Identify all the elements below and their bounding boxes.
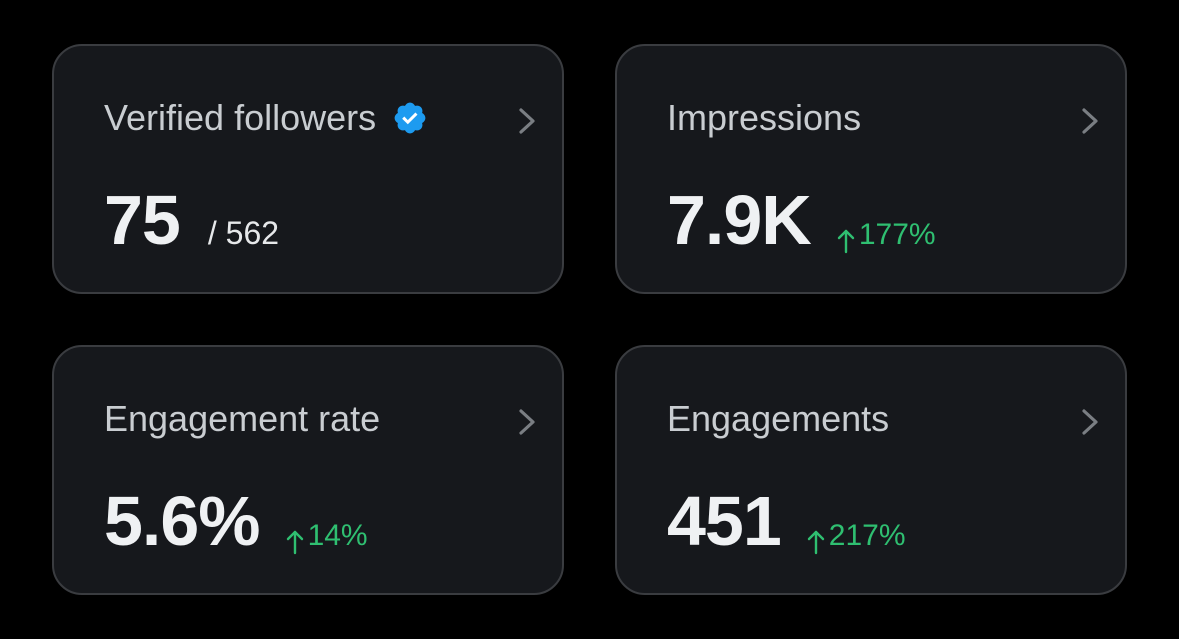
metric-value: 451	[667, 482, 782, 560]
engagements-card[interactable]: Engagements 451 217%	[615, 345, 1127, 595]
arrow-up-icon	[286, 530, 303, 555]
delta-value: 177%	[858, 218, 936, 251]
chevron-right-icon	[1082, 108, 1098, 134]
card-title: Engagement rate	[104, 397, 380, 441]
chevron-right-icon	[1082, 409, 1098, 435]
engagement-rate-card[interactable]: Engagement rate 5.6% 14%	[52, 345, 564, 595]
delta-badge: 217%	[807, 519, 906, 555]
card-title-label: Verified followers	[104, 97, 377, 138]
delta-value: 14%	[307, 519, 368, 552]
card-title-label: Engagement rate	[104, 398, 381, 439]
metric-total: / 562	[207, 215, 280, 251]
delta-badge: 177%	[837, 218, 936, 254]
arrow-up-icon	[807, 530, 824, 555]
arrow-up-icon	[837, 229, 855, 254]
card-title: Engagements	[667, 397, 889, 441]
card-title: Impressions	[667, 96, 861, 140]
chevron-right-icon	[519, 108, 535, 134]
metric-value: 5.6%	[104, 482, 261, 560]
delta-value: 217%	[828, 519, 906, 552]
delta-badge: 14%	[286, 519, 368, 555]
value-row: 7.9K 177%	[667, 180, 936, 260]
verified-badge-icon	[394, 102, 426, 134]
card-title-label: Impressions	[667, 97, 862, 138]
metric-value: 75	[104, 181, 181, 259]
verified-followers-card[interactable]: Verified followers 75 / 562	[52, 44, 564, 294]
card-title-label: Engagements	[667, 398, 890, 439]
chevron-right-icon	[519, 409, 535, 435]
card-title: Verified followers	[104, 96, 428, 140]
value-row: 451 217%	[667, 481, 906, 561]
analytics-grid: Verified followers 75 / 562 Impressions …	[0, 0, 1179, 639]
value-row: 75 / 562	[104, 180, 279, 260]
impressions-card[interactable]: Impressions 7.9K 177%	[615, 44, 1127, 294]
value-row: 5.6% 14%	[104, 481, 368, 561]
metric-value: 7.9K	[667, 181, 812, 259]
